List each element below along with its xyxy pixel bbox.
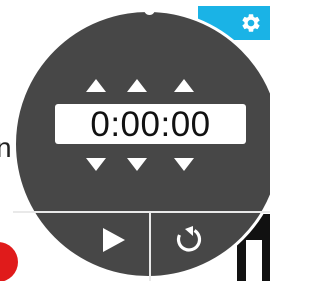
- time-value: 0:00:00: [90, 104, 211, 144]
- settings-button[interactable]: [240, 12, 262, 34]
- seconds-up-arrow[interactable]: [174, 79, 194, 92]
- hours-down-arrow[interactable]: [86, 158, 106, 171]
- minutes-up-arrow[interactable]: [127, 79, 147, 92]
- hours-up-arrow[interactable]: [86, 79, 106, 92]
- reset-button[interactable]: [152, 214, 232, 281]
- background-red-shape: [0, 242, 18, 281]
- gear-icon: [242, 14, 260, 32]
- background-partial-text: n: [0, 132, 12, 163]
- seconds-down-arrow[interactable]: [174, 158, 194, 171]
- controls-divider-vertical: [149, 212, 151, 281]
- play-icon: [103, 228, 125, 252]
- start-button[interactable]: [70, 214, 148, 281]
- background-white-strip: [246, 240, 262, 281]
- controls-divider-horizontal: [13, 211, 270, 213]
- reset-icon: [176, 226, 202, 252]
- top-notch: [144, 4, 155, 15]
- timer-widget-stage: n 0:00:00: [0, 0, 270, 281]
- minutes-down-arrow[interactable]: [127, 158, 147, 171]
- time-display: 0:00:00: [55, 104, 246, 144]
